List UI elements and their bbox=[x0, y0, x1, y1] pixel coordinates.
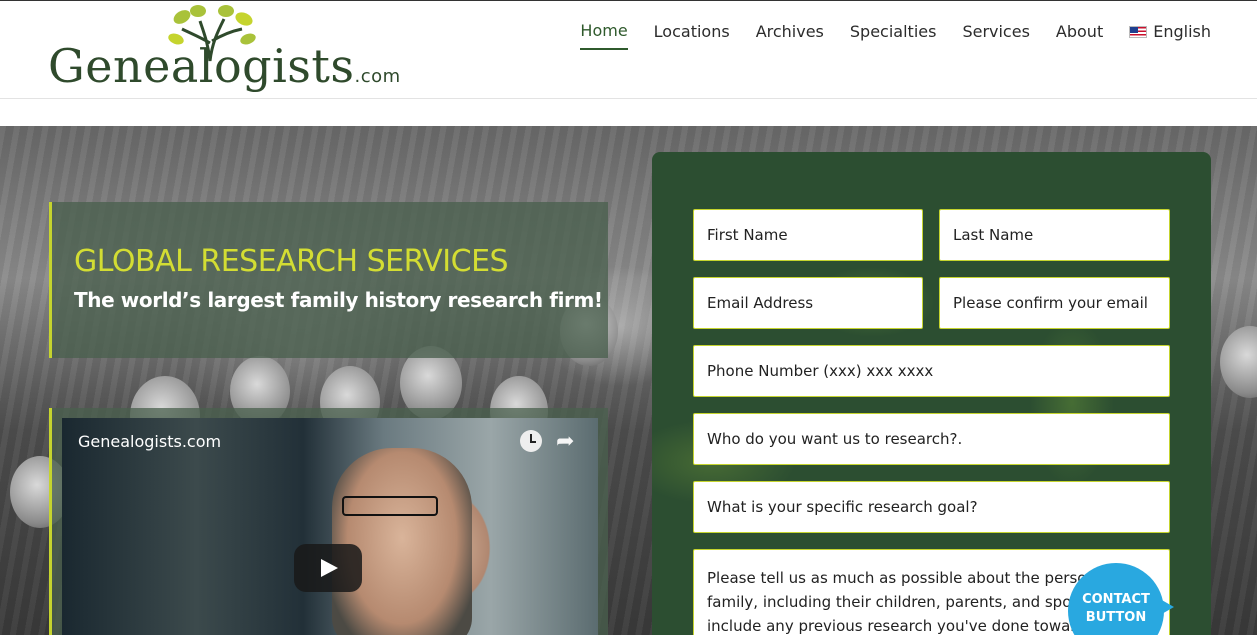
research-request-form bbox=[652, 152, 1211, 635]
hero-section: GLOBAL RESEARCH SERVICES The world’s lar… bbox=[0, 126, 1257, 635]
language-label: English bbox=[1153, 22, 1211, 41]
video-player[interactable]: Genealogists.com ➦ bbox=[62, 418, 598, 635]
share-icon[interactable]: ➦ bbox=[556, 428, 574, 454]
contact-button-line1: CONTACT bbox=[1082, 592, 1150, 607]
site-logo[interactable]: Genealogists.com bbox=[48, 3, 400, 95]
language-selector[interactable]: English bbox=[1129, 22, 1211, 49]
nav-archives[interactable]: Archives bbox=[756, 22, 824, 49]
phone-field[interactable] bbox=[693, 345, 1170, 397]
main-nav: Home Locations Archives Specialties Serv… bbox=[580, 21, 1211, 50]
email-confirm-field[interactable] bbox=[939, 277, 1170, 329]
research-person-field[interactable] bbox=[693, 413, 1170, 465]
hero-title-box: GLOBAL RESEARCH SERVICES The world’s lar… bbox=[49, 202, 608, 358]
us-flag-icon bbox=[1129, 25, 1148, 38]
email-field[interactable] bbox=[693, 277, 923, 329]
nav-home[interactable]: Home bbox=[580, 21, 628, 50]
video-presenter-glasses bbox=[342, 496, 438, 516]
contact-button-line2: BUTTON bbox=[1085, 610, 1147, 625]
last-name-field[interactable] bbox=[939, 209, 1170, 261]
play-icon[interactable] bbox=[294, 544, 362, 592]
logo-suffix: .com bbox=[354, 66, 401, 87]
watch-later-icon[interactable] bbox=[520, 430, 542, 452]
video-title[interactable]: Genealogists.com bbox=[78, 432, 221, 451]
video-presenter bbox=[332, 448, 472, 635]
site-header: Genealogists.com Home Locations Archives… bbox=[0, 0, 1257, 99]
logo-wordmark: Genealogists.com bbox=[48, 39, 401, 93]
hero-title: GLOBAL RESEARCH SERVICES bbox=[74, 244, 509, 279]
nav-specialties[interactable]: Specialties bbox=[850, 22, 937, 49]
nav-about[interactable]: About bbox=[1056, 22, 1103, 49]
nav-services[interactable]: Services bbox=[962, 22, 1029, 49]
first-name-field[interactable] bbox=[693, 209, 923, 261]
hero-subtitle: The world’s largest family history resea… bbox=[74, 288, 603, 312]
research-goal-field[interactable] bbox=[693, 481, 1170, 533]
nav-locations[interactable]: Locations bbox=[654, 22, 730, 49]
